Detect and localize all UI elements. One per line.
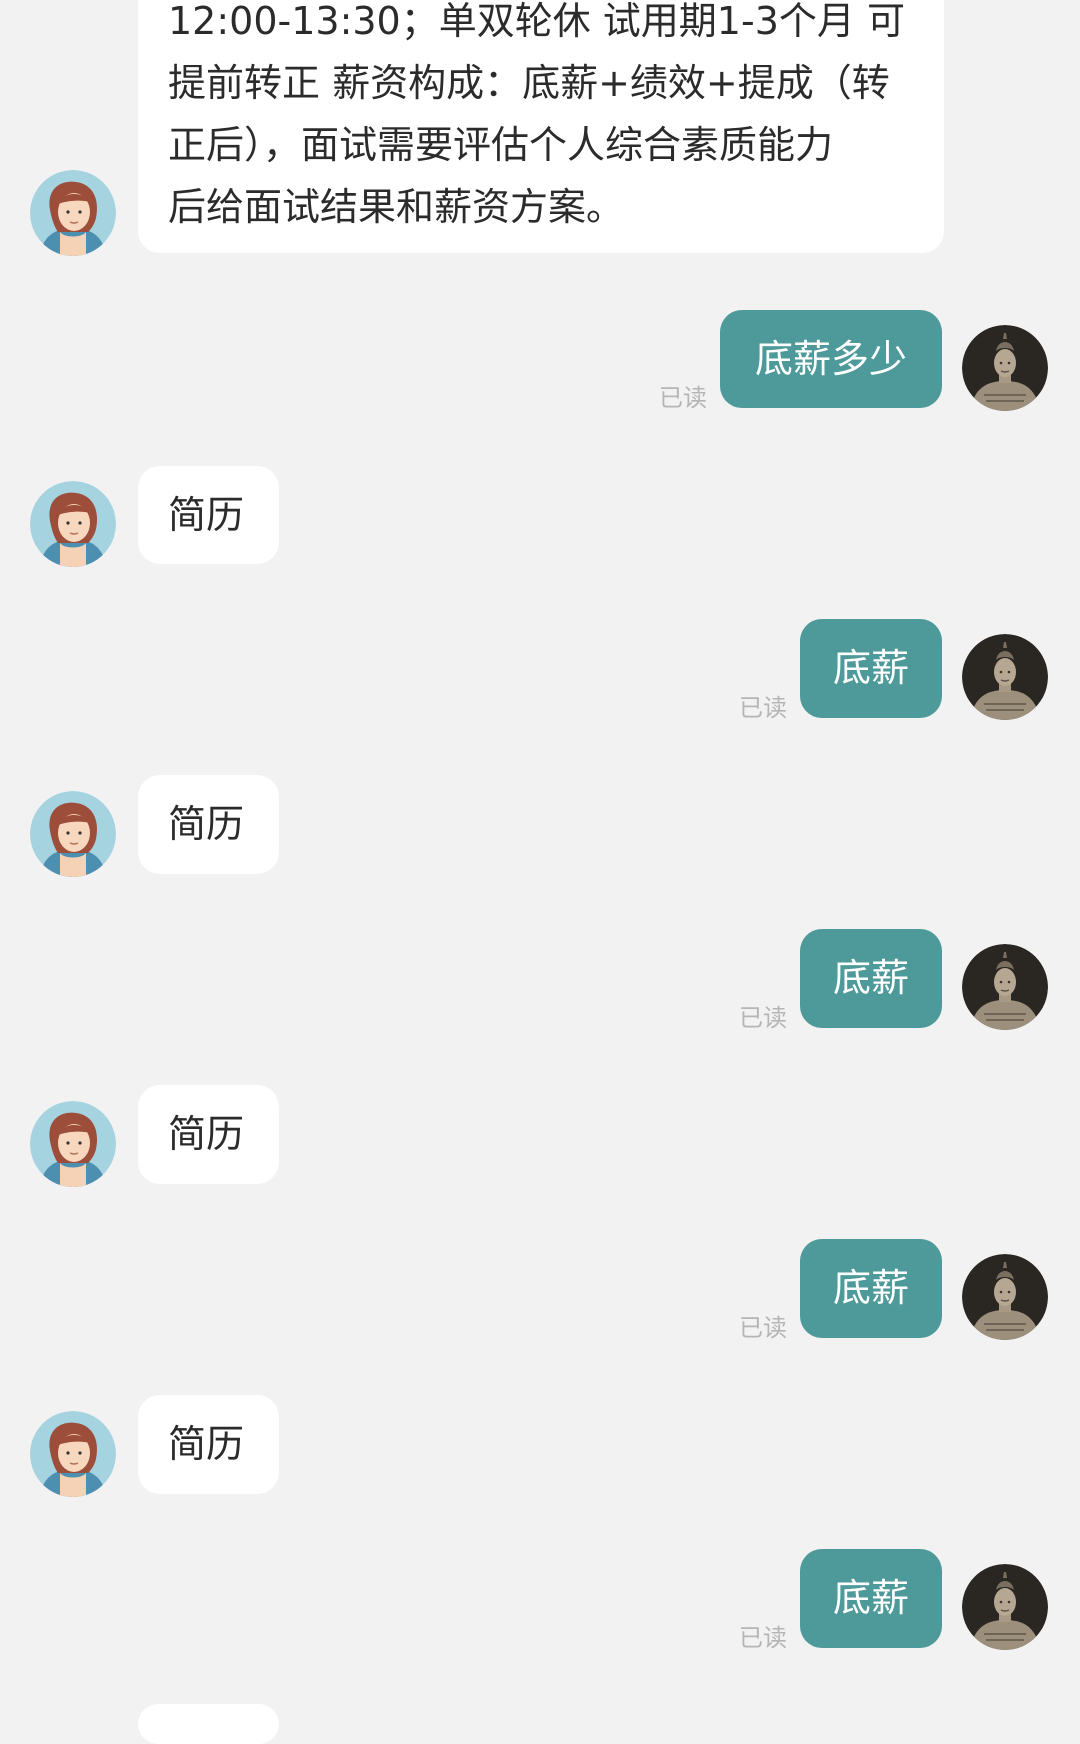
message-bubble-base-salary[interactable]: 底薪 [800, 1239, 942, 1338]
message-bubble-partial[interactable] [138, 1704, 279, 1744]
read-receipt: 已读 [739, 1004, 787, 1032]
message-bubble-resume[interactable]: 简历 [138, 775, 279, 874]
user-avatar-icon[interactable] [962, 325, 1048, 411]
read-receipt: 已读 [659, 384, 707, 412]
message-bubble-resume[interactable]: 简历 [138, 466, 279, 564]
message-bubble-job-details[interactable]: 12:00-13:30；单双轮休 试用期1-3个月 可 提前转正 薪资构成：底薪… [138, 0, 944, 253]
user-avatar-icon[interactable] [962, 1254, 1048, 1340]
recruiter-avatar-icon[interactable] [30, 481, 116, 567]
message-bubble-base-salary[interactable]: 底薪 [800, 1549, 942, 1648]
message-bubble-base-salary[interactable]: 底薪 [800, 619, 942, 718]
read-receipt: 已读 [739, 1314, 787, 1342]
message-bubble-base-salary[interactable]: 底薪 [800, 929, 942, 1028]
user-avatar-icon[interactable] [962, 634, 1048, 720]
chat-thread[interactable]: 12:00-13:30；单双轮休 试用期1-3个月 可 提前转正 薪资构成：底薪… [0, 0, 1080, 1744]
read-receipt: 已读 [739, 694, 787, 722]
message-bubble-base-salary-question[interactable]: 底薪多少 [720, 310, 942, 408]
recruiter-avatar-icon[interactable] [30, 170, 116, 256]
recruiter-avatar-icon[interactable] [30, 791, 116, 877]
message-bubble-resume[interactable]: 简历 [138, 1395, 279, 1494]
user-avatar-icon[interactable] [962, 1564, 1048, 1650]
user-avatar-icon[interactable] [962, 944, 1048, 1030]
read-receipt: 已读 [739, 1624, 787, 1652]
message-bubble-resume[interactable]: 简历 [138, 1085, 279, 1184]
recruiter-avatar-icon[interactable] [30, 1101, 116, 1187]
recruiter-avatar-icon[interactable] [30, 1411, 116, 1497]
